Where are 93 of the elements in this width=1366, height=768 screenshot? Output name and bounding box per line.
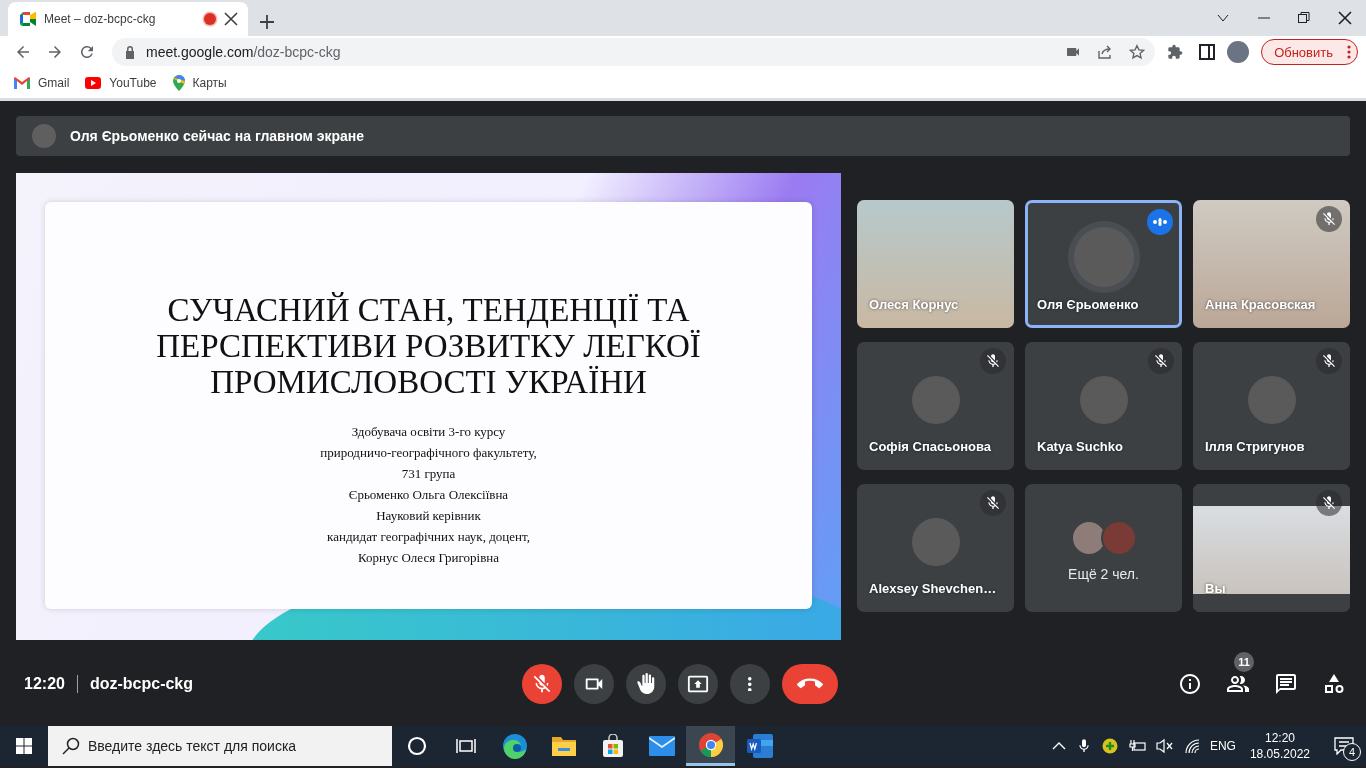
microphone-off-icon <box>1321 211 1337 227</box>
microphone-off-icon <box>985 353 1001 369</box>
browser-tab[interactable]: Meet – doz-bcpc-ckg <box>8 2 248 36</box>
slide-text: Корнус Олеся Григорівна <box>357 550 500 567</box>
circle-icon <box>406 736 427 756</box>
bookmark[interactable]: YouTube <box>85 76 157 90</box>
map-pin-icon <box>172 75 185 91</box>
envelope-icon <box>648 736 675 756</box>
new-tab-icon[interactable] <box>260 15 274 29</box>
camera-button[interactable] <box>574 664 614 704</box>
meeting-code: doz-bcpc-ckg <box>89 675 194 693</box>
side-panel-icon[interactable] <box>1199 44 1216 60</box>
notification-count: 4 <box>1343 743 1361 761</box>
participant-name: Ілля Стригунов <box>1205 439 1305 454</box>
end-call-button[interactable] <box>782 664 838 704</box>
reload-icon[interactable] <box>78 43 96 61</box>
microphone-button[interactable] <box>522 664 562 704</box>
chat-button[interactable] <box>1274 672 1298 696</box>
info-button[interactable] <box>1178 672 1202 696</box>
bookmark[interactable]: Gmail <box>14 76 70 90</box>
lock-icon <box>124 45 136 59</box>
slide-text: Єрьоменко Ольга Олексіївна <box>348 487 509 504</box>
slide-text: Здобувача освіти 3-го курсу <box>351 424 506 441</box>
task-view-icon <box>455 736 476 756</box>
slide-text: кандидат географічних наук, доцент, <box>327 529 530 546</box>
more-options-button[interactable] <box>730 664 770 704</box>
taskbar-app[interactable] <box>686 726 735 766</box>
shopping-bag-icon <box>600 734 625 758</box>
close-tab-icon[interactable] <box>224 12 238 26</box>
speaker-muted-icon[interactable] <box>1155 738 1174 754</box>
chrome-icon <box>697 731 724 758</box>
avatar <box>911 376 960 424</box>
tab-title: Meet – doz-bcpc-ckg <box>44 12 157 26</box>
microphone-off-icon <box>1321 353 1337 369</box>
input-language[interactable]: ENG <box>1209 739 1236 753</box>
participant-name: Alexsey Shevchen… <box>869 581 997 596</box>
clock-time: 12:20 <box>24 675 65 693</box>
share-icon[interactable] <box>1097 44 1114 60</box>
more-icon <box>747 676 753 692</box>
participant-name: Katya Suchko <box>1037 439 1123 454</box>
close-icon[interactable] <box>1338 11 1352 25</box>
plus-circle-icon[interactable] <box>1101 738 1118 754</box>
present-button[interactable] <box>678 664 718 704</box>
activities-button[interactable] <box>1322 672 1346 696</box>
youtube-icon <box>85 77 102 89</box>
microphone-off-icon <box>985 495 1001 511</box>
update-button[interactable]: Обновить <box>1261 39 1358 65</box>
present-screen-icon <box>687 673 709 695</box>
slide-text: Науковий керівник <box>376 508 481 525</box>
bookmark[interactable]: Карты <box>172 75 227 91</box>
shapes-icon <box>1322 672 1346 696</box>
address-bar[interactable]: meet.google.com/doz-bcpc-ckg <box>112 38 1156 66</box>
forward-arrow-icon[interactable] <box>46 43 64 61</box>
participant-name: Олеся Корнус <box>869 297 959 312</box>
search-icon <box>62 737 80 755</box>
slide-title: СУЧАСНИЙ СТАН, ТЕНДЕНЦІЇ ТА ПЕРСПЕКТИВИ РОЗВИТКУ ЛЕГКОЇ ПРОМИСЛОВОСТІ УКРАЇНИ <box>156 291 701 401</box>
participant-name: Софія Спасьонова <box>869 439 991 454</box>
avatar <box>1079 376 1128 424</box>
gmail-icon <box>14 77 30 89</box>
profile-avatar[interactable] <box>1227 41 1250 63</box>
chat-icon <box>1274 672 1298 696</box>
restore-icon[interactable] <box>1298 11 1310 25</box>
wifi-icon[interactable] <box>1183 738 1200 754</box>
windows-logo-icon <box>16 738 32 754</box>
microphone-off-icon <box>1321 495 1337 511</box>
slide-text: 731 група <box>401 466 456 483</box>
raised-hand-icon <box>635 673 657 695</box>
meet-logo-icon <box>20 12 36 26</box>
speaking-indicator-icon <box>1147 209 1173 235</box>
microphone-off-icon <box>1153 353 1169 369</box>
folder-icon <box>550 734 577 758</box>
edge-icon <box>501 733 528 759</box>
participant-name: Вы <box>1205 581 1226 596</box>
taskbar-clock[interactable]: 12:20 18.05.2022 <box>1249 731 1310 761</box>
battery-plug-icon[interactable] <box>1127 738 1146 754</box>
notification-icon[interactable] <box>1334 737 1354 755</box>
taskbar-search-field[interactable]: Введите здесь текст для поиска <box>48 726 392 766</box>
puzzle-icon[interactable] <box>1167 44 1184 60</box>
avatar <box>911 518 960 566</box>
star-icon[interactable] <box>1129 44 1146 60</box>
more-icon <box>1347 45 1351 59</box>
avatar <box>32 124 56 148</box>
participant-name: Анна Красовская <box>1205 297 1316 312</box>
count-badge: 11 <box>1234 652 1254 672</box>
avatar <box>1247 376 1296 424</box>
participant-name: Оля Єрьоменко <box>1037 297 1139 312</box>
document-app-icon <box>746 734 773 758</box>
more-participants-label[interactable]: Ещё 2 чел. <box>1068 566 1139 582</box>
raise-hand-button[interactable] <box>626 664 666 704</box>
info-icon <box>1178 672 1202 696</box>
slide-text: природничо-географічного факультету, <box>320 445 537 462</box>
spotlight-banner-text: Оля Єрьоменко сейчас на главном экране <box>70 128 365 144</box>
microphone-off-icon <box>531 673 553 695</box>
